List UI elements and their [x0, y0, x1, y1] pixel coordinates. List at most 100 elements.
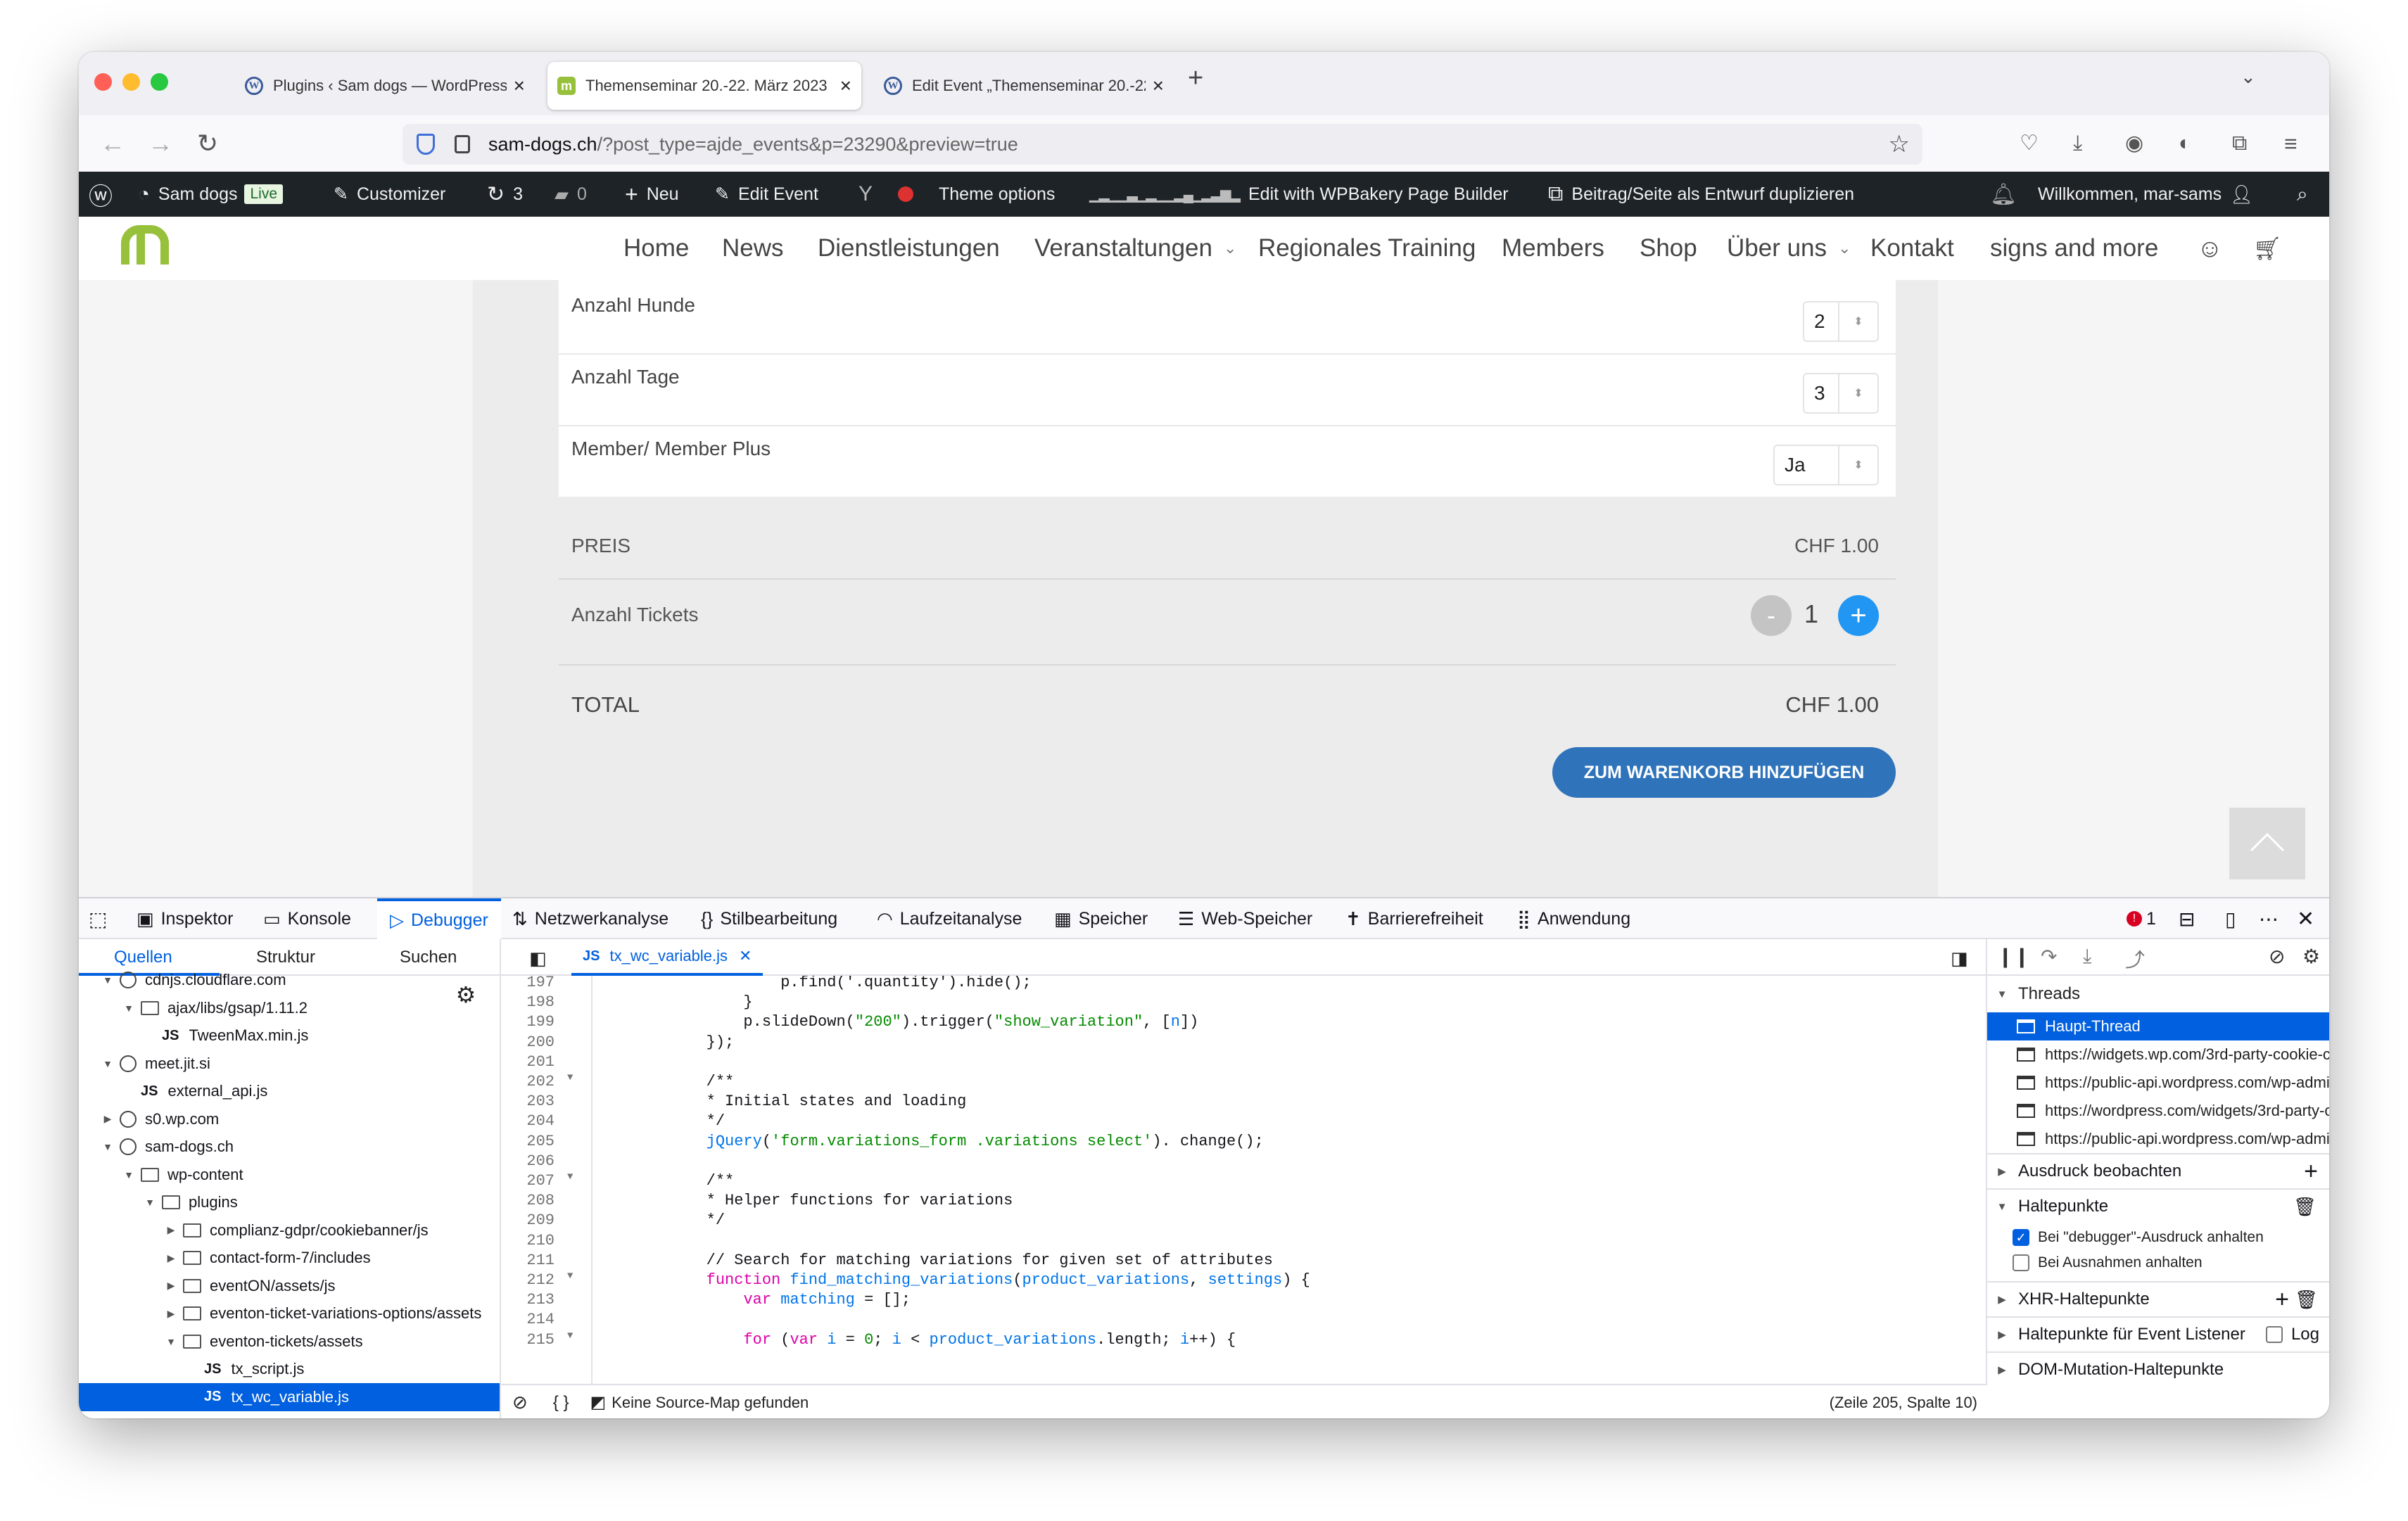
- back-arrow-icon[interactable]: ←: [100, 128, 125, 159]
- fold-toggle-icon[interactable]: ▼: [567, 1271, 573, 1282]
- add-watch-icon[interactable]: +: [2304, 1158, 2318, 1185]
- line-number[interactable]: 199: [501, 1011, 577, 1033]
- breakpoints-section[interactable]: ▼ Haltepunkte 🗑︎: [1987, 1188, 2329, 1223]
- deactivate-breakpoints-icon[interactable]: ⊘: [2269, 945, 2285, 968]
- anzahl-tage-select[interactable]: 3 ⬍: [1803, 373, 1879, 414]
- watch-section[interactable]: ▶ Ausdruck beobachten +: [1987, 1153, 2329, 1188]
- tool-barrierefreiheit[interactable]: ✝ Barrierefreiheit: [1345, 898, 1483, 939]
- tree-item[interactable]: ▼ ajax/libs/gsap/1.11.2: [79, 994, 500, 1022]
- menu-regionales-training[interactable]: Regionales Training: [1258, 217, 1476, 280]
- tree-item[interactable]: ▶ s0.wp.com: [79, 1105, 500, 1133]
- thread-item[interactable]: Haupt-Thread: [1987, 1012, 2329, 1040]
- pocket-icon[interactable]: ♡: [2020, 128, 2039, 159]
- cart-icon[interactable]: 🛒︎: [2253, 217, 2282, 280]
- yoast-icon[interactable]: Y: [858, 172, 873, 217]
- line-number[interactable]: 214: [501, 1309, 577, 1330]
- pretty-print-icon[interactable]: { }: [553, 1393, 569, 1413]
- tree-item[interactable]: ▼ eventon-tickets/assets: [79, 1328, 500, 1356]
- checkbox-checked[interactable]: ✓: [2013, 1229, 2029, 1246]
- blackbox-icon[interactable]: ⊘: [512, 1392, 528, 1413]
- toggle-right-sidebar-icon[interactable]: ◨: [1951, 948, 1968, 969]
- tree-item[interactable]: ▶ eventON/assets/js: [79, 1272, 500, 1300]
- member-select[interactable]: Ja ⬍: [1773, 445, 1879, 485]
- line-number[interactable]: 208: [501, 1190, 577, 1211]
- thread-item[interactable]: https://public-api.wordpress.com/wp-admi…: [1987, 1125, 2329, 1153]
- line-number[interactable]: 209: [501, 1209, 577, 1231]
- menu-shop[interactable]: Shop: [1640, 217, 1697, 280]
- tool-konsole[interactable]: ▭ Konsole: [263, 898, 351, 939]
- xhr-breakpoints-section[interactable]: ▶ XHR-Haltepunkte + 🗑︎: [1987, 1281, 2329, 1316]
- dom-mutation-section[interactable]: ▶ DOM-Mutation-Haltepunkte: [1987, 1351, 2329, 1387]
- line-number[interactable]: 204: [501, 1110, 577, 1132]
- tree-item[interactable]: ▼ plugins: [79, 1188, 500, 1216]
- vpn-icon[interactable]: ◐: [2179, 128, 2191, 159]
- thread-item[interactable]: https://public-api.wordpress.com/wp-admi…: [1987, 1069, 2329, 1097]
- notification-bell-icon[interactable]: 🔔︎: [1990, 172, 2017, 217]
- checkbox[interactable]: [2013, 1254, 2029, 1271]
- menu-dienstleistungen[interactable]: Dienstleistungen: [818, 217, 1000, 280]
- tool-laufzeitanalyse[interactable]: ◠ Laufzeitanalyse: [877, 898, 1022, 939]
- tool-netzwerkanalyse[interactable]: ⇅ Netzwerkanalyse: [512, 898, 668, 939]
- tree-item[interactable]: JS external_api.js: [79, 1077, 500, 1105]
- menu-news[interactable]: News: [722, 217, 784, 280]
- menu-members[interactable]: Members: [1502, 217, 1604, 280]
- admin-search-icon[interactable]: ⌕: [2297, 172, 2308, 217]
- thread-item[interactable]: https://widgets.wp.com/3rd-party-cookie-…: [1987, 1040, 2329, 1069]
- more-options-icon[interactable]: ⋯: [2259, 898, 2279, 939]
- tree-item[interactable]: ▶ eventon-ticket-variations-options/asset…: [79, 1299, 500, 1328]
- tab-themenseminar[interactable]: m Themenseminar 20.-22. März 2023 ×: [547, 62, 861, 110]
- minimize-window-button[interactable]: [122, 73, 140, 91]
- anzahl-hunde-select[interactable]: 2 ⬍: [1803, 301, 1879, 342]
- debugger-settings-icon[interactable]: ⚙: [2302, 945, 2320, 968]
- tree-item[interactable]: ▶ complianz-gdpr/cookiebanner/js: [79, 1216, 500, 1245]
- responsive-mode-icon[interactable]: ▯: [2225, 898, 2236, 939]
- tickets-plus-button[interactable]: +: [1838, 595, 1879, 636]
- wordpress-logo-icon[interactable]: ⓦ: [89, 172, 113, 217]
- line-number[interactable]: 200: [501, 1031, 577, 1053]
- tool-speicher[interactable]: ▦ Speicher: [1054, 898, 1148, 939]
- tree-item[interactable]: ▼ meet.jit.si: [79, 1050, 500, 1078]
- edit-event-link[interactable]: ✎ Edit Event: [715, 172, 818, 217]
- menu-ueber-uns[interactable]: Über uns ⌄: [1727, 217, 1851, 280]
- bookmark-star-icon[interactable]: ☆: [1889, 130, 1910, 158]
- account-icon[interactable]: ◉: [2125, 128, 2143, 159]
- line-number[interactable]: 198: [501, 991, 577, 1013]
- lock-icon[interactable]: [455, 135, 470, 153]
- reload-icon[interactable]: ↻: [197, 128, 218, 159]
- line-number[interactable]: 205: [501, 1131, 577, 1152]
- my-account-menu[interactable]: Willkommen, mar-sams 👤︎: [2038, 172, 2253, 217]
- close-window-button[interactable]: [94, 73, 112, 91]
- zoom-window-button[interactable]: [151, 73, 168, 91]
- site-logo[interactable]: [121, 225, 173, 269]
- menu-veranstaltungen[interactable]: Veranstaltungen ⌄: [1034, 217, 1236, 280]
- trash-icon[interactable]: 🗑︎: [2295, 1289, 2318, 1311]
- comments-link[interactable]: ▰ 0: [555, 172, 587, 217]
- line-number[interactable]: 206: [501, 1150, 577, 1172]
- wpbakery-link[interactable]: Edit with WPBakery Page Builder: [1248, 172, 1509, 217]
- thread-item[interactable]: https://wordpress.com/widgets/3rd-party-…: [1987, 1097, 2329, 1125]
- tab-edit-event[interactable]: W Edit Event „Themenseminar 20.-22. ×: [874, 62, 1174, 110]
- tickets-minus-button[interactable]: -: [1751, 595, 1792, 636]
- scroll-to-top-button[interactable]: [2229, 808, 2305, 879]
- step-in-icon[interactable]: ⤓: [2083, 945, 2091, 968]
- new-tab-button[interactable]: +: [1188, 63, 1203, 94]
- download-icon[interactable]: ⤓: [2073, 128, 2082, 159]
- bp-exceptions-option[interactable]: Bei Ausnahmen anhalten: [1987, 1249, 2329, 1277]
- menu-signs-and-more[interactable]: signs and more: [1990, 217, 2158, 280]
- theme-options-link[interactable]: Theme options: [939, 172, 1055, 217]
- close-tab-icon[interactable]: ×: [840, 75, 851, 97]
- event-listener-section[interactable]: ▶ Haltepunkte für Event Listener Log: [1987, 1316, 2329, 1351]
- threads-header[interactable]: ▼ Threads: [1987, 976, 2329, 1012]
- duplicate-link[interactable]: ⧉ Beitrag/Seite als Entwurf duplizieren: [1548, 172, 1854, 217]
- tree-item[interactable]: JS tx_script.js: [79, 1355, 500, 1383]
- toggle-sidebar-icon[interactable]: ◧: [529, 948, 547, 969]
- element-picker-icon[interactable]: ⬚: [89, 898, 107, 939]
- tab-struktur[interactable]: Struktur: [256, 948, 315, 967]
- tab-list-chevron-icon[interactable]: ⌄: [2241, 66, 2256, 88]
- fold-toggle-icon[interactable]: ▼: [567, 1330, 573, 1342]
- close-tab-icon[interactable]: ×: [1153, 75, 1164, 97]
- line-number[interactable]: 215: [501, 1329, 577, 1351]
- split-console-icon[interactable]: ⊟: [2179, 898, 2195, 939]
- bp-debugger-option[interactable]: ✓ Bei "debugger"-Ausdruck anhalten: [1987, 1223, 2329, 1252]
- tree-item[interactable]: ▶ contact-form-7/includes: [79, 1244, 500, 1272]
